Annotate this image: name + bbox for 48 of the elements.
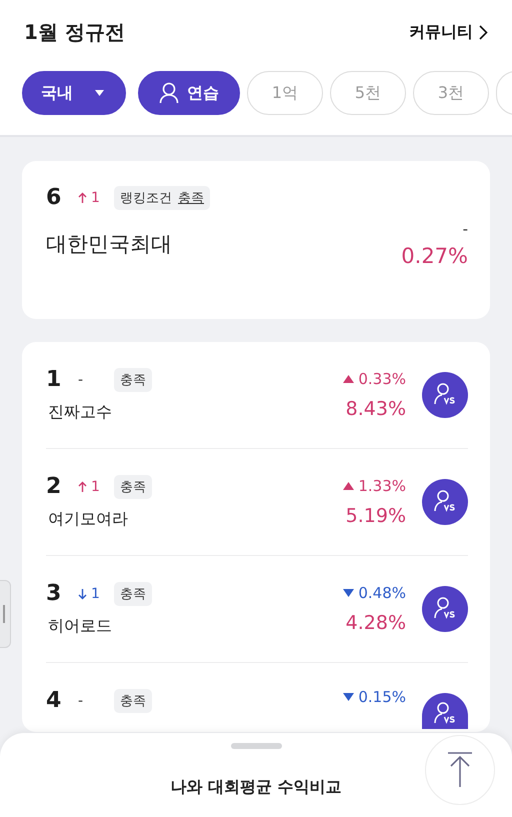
rank-change: - — [78, 692, 84, 708]
community-link[interactable]: 커뮤니티 — [409, 22, 488, 42]
filter-tab[interactable]: 연습 — [138, 71, 240, 115]
rank-number: 4 — [46, 688, 62, 713]
rank-change: 1 — [91, 190, 100, 206]
rank-change: 1 — [91, 478, 100, 494]
sheet-title: 나와 대회평균 수익비교 — [169, 777, 343, 798]
chevron-right-icon — [479, 24, 488, 40]
rank-number: 6 — [46, 185, 62, 210]
user-name: 대한민국최대 — [46, 231, 172, 258]
return-rate: 4.28% — [346, 612, 406, 634]
condition-badge: 충족 — [114, 688, 152, 712]
condition-status[interactable]: 충족 — [178, 188, 204, 206]
person-icon — [159, 82, 179, 104]
rank-number: 3 — [46, 581, 62, 606]
user-name: 진짜고수 — [48, 402, 113, 423]
return-rate: 8.43% — [346, 398, 406, 420]
compare-button[interactable] — [422, 479, 468, 525]
condition-badge: 충족 — [114, 368, 152, 392]
compare-button[interactable] — [422, 372, 468, 418]
return-rate: 5.19% — [346, 505, 406, 527]
rank-change: - — [78, 372, 84, 388]
daily-change: - — [462, 220, 468, 238]
page-title: 1월 정규전 — [24, 18, 125, 46]
rank-change: 1 — [91, 586, 100, 602]
triangle-up-icon — [343, 375, 354, 383]
user-name: 여기모여라 — [48, 509, 129, 530]
triangle-down-icon — [343, 589, 354, 597]
daily-change: 0.15% — [343, 688, 406, 706]
sheet-handle[interactable] — [231, 743, 282, 749]
condition-label: 랭킹조건 — [120, 190, 172, 206]
rank-number: 1 — [46, 367, 62, 392]
caret-down-icon — [95, 90, 104, 96]
triangle-up-icon — [343, 482, 354, 490]
compare-button[interactable] — [422, 693, 468, 729]
side-handle[interactable] — [0, 580, 11, 648]
scroll-to-top-icon — [448, 752, 472, 788]
return-rate: 0.27% — [401, 244, 468, 268]
daily-change: 1.33% — [343, 477, 406, 495]
condition-badge: 충족 — [114, 582, 152, 606]
rank-number: 2 — [46, 474, 62, 499]
condition-badge: 충족 — [114, 474, 152, 498]
dropdown-button[interactable]: 국내 — [22, 71, 126, 115]
triangle-down-icon — [343, 693, 354, 701]
compare-button[interactable] — [422, 586, 468, 632]
user-name: 히어로드 — [48, 616, 113, 637]
daily-change: 0.48% — [343, 584, 406, 602]
daily-change: 0.33% — [343, 370, 406, 388]
